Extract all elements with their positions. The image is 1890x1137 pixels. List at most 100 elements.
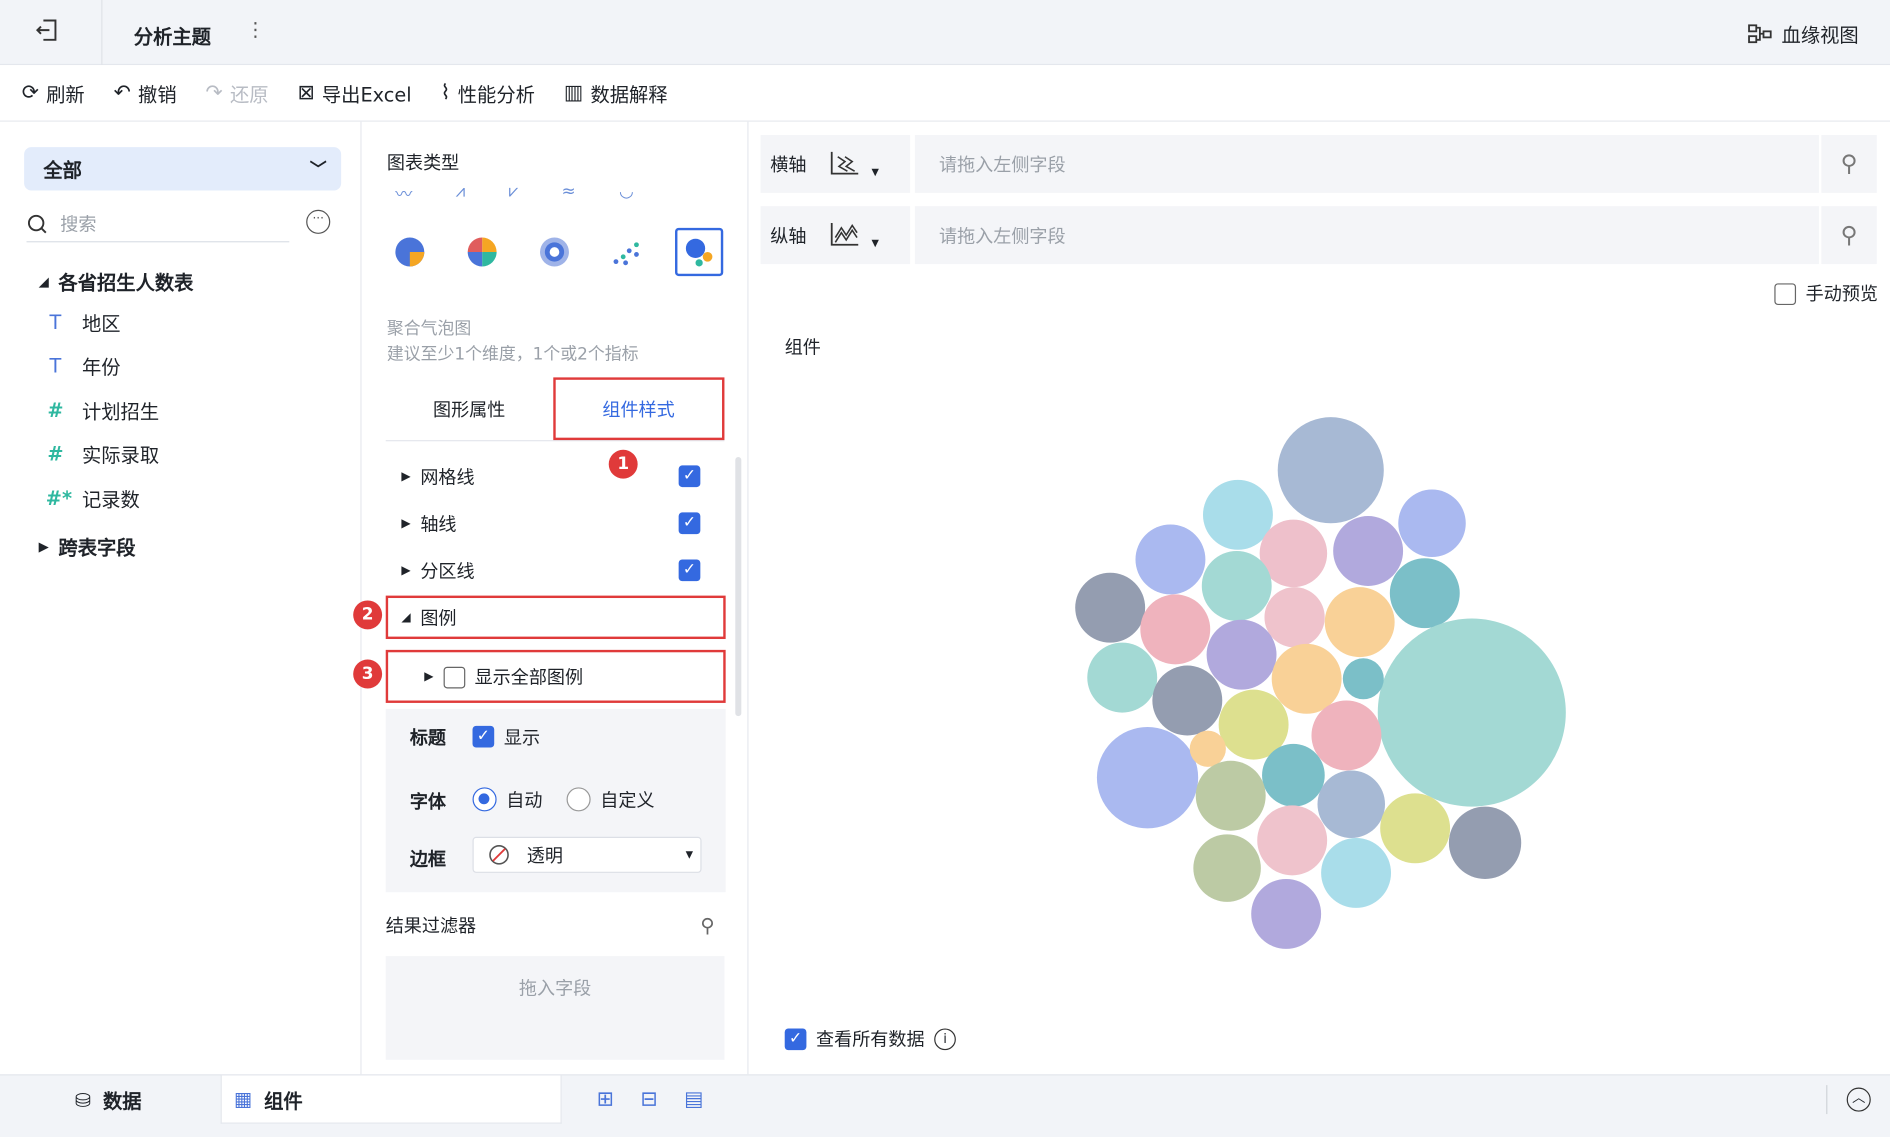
bubble[interactable] — [1087, 642, 1158, 713]
gauge-chart-icon[interactable]: ◡ — [619, 182, 634, 206]
bubble[interactable] — [1195, 760, 1266, 831]
bubble[interactable] — [1448, 806, 1522, 879]
bubble[interactable] — [1193, 834, 1261, 902]
show-all-legend-checkbox[interactable] — [443, 666, 465, 688]
table-node[interactable]: ◢ 各省招生人数表 — [39, 266, 194, 295]
bubble[interactable] — [1202, 479, 1273, 550]
bubble[interactable] — [1264, 587, 1325, 648]
scatter-chart-icon[interactable] — [603, 228, 651, 276]
bubble[interactable] — [1152, 665, 1223, 736]
field-item[interactable]: T 年份 — [46, 351, 121, 380]
data-explain-button[interactable]: ▥ 数据解释 — [564, 78, 668, 107]
filter-settings-icon[interactable]: ⚲ — [700, 914, 714, 937]
redo-icon: ↷ — [205, 80, 223, 105]
view-all-data-toggle[interactable]: ✓ 查看所有数据 i — [784, 1026, 956, 1051]
radar-chart-icon[interactable]: ⩗ — [509, 182, 519, 206]
cross-table-node[interactable]: ▶ 跨表字段 — [39, 532, 136, 561]
undo-button[interactable]: ↶ 撤销 — [114, 78, 177, 107]
bubble[interactable] — [1075, 572, 1146, 643]
area-chart-icon[interactable]: ⩘ — [456, 182, 466, 206]
partition-lines-checkbox[interactable]: ✓ — [678, 559, 701, 582]
prop-partition-lines[interactable]: ▶ 分区线 — [401, 558, 474, 583]
prop-gridlines[interactable]: ▶ 网格线 — [401, 464, 474, 489]
bubble[interactable] — [1271, 643, 1342, 714]
dropdown-caret-icon: ▼ — [685, 848, 694, 860]
bubble[interactable] — [1324, 587, 1395, 658]
bubble[interactable] — [1380, 793, 1451, 864]
bubble[interactable] — [1140, 594, 1211, 665]
rose-chart-icon[interactable] — [458, 228, 506, 276]
border-select[interactable]: 透明 ▼ — [472, 836, 702, 873]
bubble[interactable] — [1251, 878, 1322, 949]
search-input[interactable]: 搜索 — [60, 211, 96, 236]
bubble[interactable] — [1377, 618, 1566, 807]
bubble[interactable] — [1389, 558, 1460, 629]
line-chart-icon[interactable]: 〰 — [395, 182, 412, 206]
tab-component[interactable]: ▦ 组件 — [220, 1075, 562, 1124]
add-dashboard-icon[interactable]: ⊟ — [640, 1088, 657, 1112]
bubble-chart-icon[interactable] — [675, 227, 724, 277]
bubble[interactable] — [1398, 489, 1466, 558]
bubble[interactable] — [1333, 516, 1404, 586]
bubble[interactable] — [1257, 805, 1328, 876]
stream-chart-icon[interactable]: ≈ — [561, 182, 575, 206]
performance-analysis-button[interactable]: ⌇ 性能分析 — [440, 78, 534, 107]
caret-down-icon: ◢ — [38, 273, 49, 289]
bubble[interactable] — [1311, 700, 1382, 771]
caret-right-icon: ▶ — [401, 517, 411, 531]
add-component-icon[interactable]: ⊞ — [597, 1088, 614, 1112]
annotation-badge-2: 2 — [353, 600, 383, 630]
prop-axis-lines[interactable]: ▶ 轴线 — [401, 511, 456, 536]
add-report-icon[interactable]: ▤ — [684, 1088, 703, 1112]
donut-chart-icon[interactable] — [530, 228, 578, 276]
redo-button[interactable]: ↷ 还原 — [206, 78, 269, 107]
axis-lines-checkbox[interactable]: ✓ — [678, 512, 701, 535]
refresh-button[interactable]: ⟳ 刷新 — [22, 78, 85, 107]
font-auto-radio[interactable] — [472, 787, 497, 812]
exit-icon[interactable] — [34, 17, 65, 48]
ellipsis-icon[interactable]: ··· — [306, 209, 331, 234]
field-item[interactable]: # 实际录取 — [46, 439, 159, 468]
tab-shape-properties[interactable]: 图形属性 — [386, 377, 553, 440]
show-all-legend-row[interactable]: ▶ 显示全部图例 — [424, 664, 583, 689]
collapse-icon[interactable]: ︿ — [1846, 1087, 1871, 1112]
font-custom-radio[interactable] — [566, 787, 591, 812]
title-show-checkbox[interactable]: ✓ — [472, 725, 495, 748]
export-label: 导出Excel — [321, 83, 412, 107]
bubble[interactable] — [1189, 730, 1226, 767]
explain-label: 数据解释 — [590, 83, 668, 107]
field-item[interactable]: # 计划招生 — [46, 395, 159, 424]
field-item[interactable]: #* 记录数 — [46, 483, 140, 512]
caret-down-icon: ◢ — [401, 611, 411, 625]
tab-component-style[interactable]: 组件样式 — [552, 377, 725, 441]
prop-legend[interactable]: ◢ 图例 — [401, 605, 456, 630]
bubble[interactable] — [1135, 524, 1206, 595]
bubble[interactable] — [1321, 837, 1392, 908]
excel-icon: ⊠ — [297, 80, 315, 105]
bubble[interactable] — [1096, 727, 1199, 829]
chart-icon: ▦ — [233, 1087, 253, 1111]
tab-data[interactable]: ⛁ 数据 — [75, 1075, 142, 1123]
search-box[interactable]: 搜索 — [26, 206, 290, 243]
pie-chart-icon[interactable] — [386, 228, 434, 276]
caret-right-icon: ▶ — [38, 538, 49, 555]
scrollbar[interactable] — [735, 456, 742, 717]
bubble[interactable] — [1342, 658, 1384, 700]
bubble[interactable] — [1206, 619, 1277, 690]
gridlines-checkbox[interactable]: ✓ — [678, 465, 701, 488]
border-value: 透明 — [526, 844, 563, 867]
bubble[interactable] — [1262, 743, 1325, 807]
bubble[interactable] — [1277, 417, 1384, 524]
border-label: 边框 — [409, 848, 447, 871]
field-item[interactable]: T 地区 — [46, 307, 121, 336]
bubble[interactable] — [1317, 770, 1386, 838]
filter-drop-zone[interactable]: 拖入字段 — [385, 956, 725, 1060]
table-select[interactable]: 全部 ﹀ — [24, 147, 342, 191]
lineage-view-button[interactable]: 血缘视图 — [1748, 19, 1859, 48]
more-menu-icon[interactable]: ⋮ — [246, 18, 265, 41]
legend-label: 图例 — [420, 607, 457, 630]
bubble[interactable] — [1201, 551, 1272, 621]
info-icon[interactable]: i — [934, 1027, 956, 1050]
view-all-checkbox[interactable]: ✓ — [784, 1027, 807, 1050]
export-excel-button[interactable]: ⊠ 导出Excel — [297, 78, 411, 107]
